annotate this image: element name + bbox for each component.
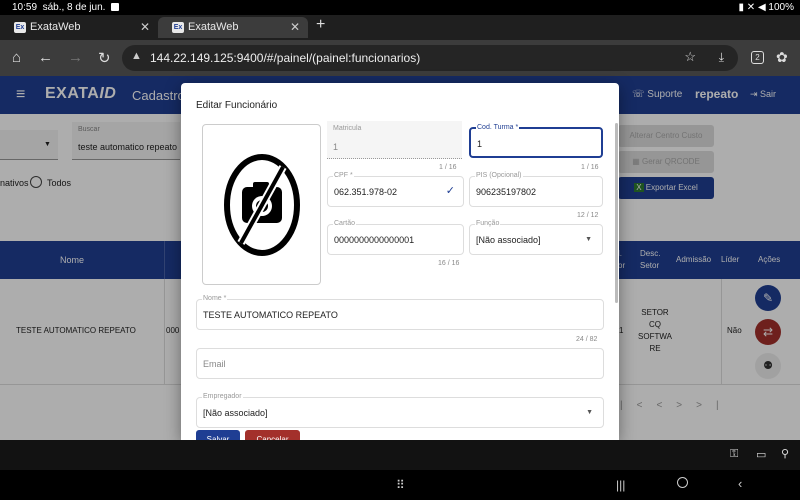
nome-value: TESTE AUTOMATICO REPEATO — [203, 310, 338, 320]
empregador-select[interactable]: Empregador [Não associado] ▼ — [196, 393, 604, 428]
tab-strip: Ex ExataWeb ✕ Ex ExataWeb ✕ + — [0, 15, 800, 40]
pis-field[interactable]: PIS (Opcional) 906235197802 — [469, 172, 603, 207]
matricula-hint: 1 / 16 — [439, 164, 457, 171]
card-icon[interactable]: ▭ — [756, 448, 766, 461]
browser-tab-active[interactable]: Ex ExataWeb ✕ — [158, 17, 308, 38]
status-bar: 10:59 sáb., 8 de jun. ▮ ✕ ◀ 100% — [0, 0, 800, 15]
cod-turma-label: Cod. Turma * — [476, 124, 520, 131]
cpf-value: 062.351.978-02 — [334, 187, 398, 197]
back-nav-icon[interactable]: ‹ — [738, 476, 742, 491]
favicon-icon: Ex — [172, 22, 184, 33]
nome-field[interactable]: Nome * TESTE AUTOMATICO REPEATO — [196, 295, 604, 330]
cartao-value: 0000000000000001 — [334, 235, 415, 245]
pis-label: PIS (Opcional) — [475, 172, 523, 179]
tab-title: ExataWeb — [30, 21, 81, 33]
url-text: 144.22.149.125:9400/#/painel/(painel:fun… — [150, 51, 421, 65]
close-tab-icon[interactable]: ✕ — [140, 20, 150, 34]
nome-hint: 24 / 82 — [576, 336, 598, 343]
funcao-value: [Não associado] — [476, 235, 541, 245]
address-bar[interactable]: ▲ 144.22.149.125:9400/#/painel/(painel:f… — [122, 45, 738, 71]
cpf-label: CPF * — [333, 172, 354, 179]
no-photo-icon — [224, 154, 300, 256]
empregador-value: [Não associado] — [203, 408, 268, 418]
new-tab-icon[interactable]: + — [316, 16, 325, 34]
menu-icon[interactable]: ✿ — [776, 49, 788, 66]
dropdown-arrow-icon: ▼ — [585, 236, 592, 243]
tab-switcher-icon[interactable]: 2 — [751, 51, 764, 64]
bookmark-star-icon[interactable]: ☆ — [684, 49, 696, 65]
close-tab-icon[interactable]: ✕ — [290, 20, 300, 34]
navigation-bar: ⠿ ||| ‹ — [0, 470, 800, 500]
matricula-label: Matricula — [333, 125, 362, 132]
key-icon[interactable]: ⚿ — [730, 448, 738, 461]
cod-turma-field[interactable]: Cod. Turma * 1 — [469, 124, 603, 158]
email-placeholder: Email — [203, 359, 226, 369]
funcao-label: Função — [475, 220, 501, 227]
check-icon: ✓ — [445, 185, 455, 197]
tab-title: ExataWeb — [188, 21, 239, 33]
pis-value: 906235197802 — [476, 187, 537, 197]
cod-turma-hint: 1 / 16 — [581, 164, 599, 171]
browser-toolbar: ⌂ ← → ↻ ▲ 144.22.149.125:9400/#/painel/(… — [0, 40, 800, 76]
favicon-icon: Ex — [14, 22, 26, 33]
empregador-label: Empregador — [202, 393, 243, 400]
browser-tab[interactable]: Ex ExataWeb ✕ — [0, 17, 158, 38]
pis-hint: 12 / 12 — [577, 212, 599, 219]
download-icon[interactable]: ⤓ — [719, 50, 724, 65]
status-time-date: 10:59 sáb., 8 de jun. — [12, 2, 119, 13]
matricula-field[interactable]: Matricula 1 — [327, 121, 462, 159]
home-button-icon[interactable] — [677, 477, 688, 488]
dropdown-arrow-icon: ▼ — [586, 409, 593, 416]
nome-label: Nome * — [202, 295, 228, 302]
matricula-value: 1 — [333, 142, 339, 152]
cartao-field[interactable]: Cartão 0000000000000001 — [327, 220, 464, 255]
status-right: ▮ ✕ ◀ 100% — [738, 2, 795, 13]
forward-icon[interactable]: → — [68, 49, 83, 66]
save-button[interactable]: Salvar — [196, 430, 240, 440]
dialog-scrollbar[interactable] — [615, 123, 618, 303]
funcao-select[interactable]: Função [Não associado] ▼ — [469, 220, 603, 255]
home-icon[interactable]: ⌂ — [12, 49, 21, 66]
not-secure-icon[interactable]: ▲ — [131, 50, 142, 62]
cancel-button[interactable]: Cancelar — [245, 430, 300, 440]
recents-icon[interactable]: ||| — [616, 478, 625, 492]
cartao-label: Cartão — [333, 220, 357, 227]
cod-turma-value: 1 — [477, 139, 483, 149]
cpf-field[interactable]: CPF * 062.351.978-02 ✓ — [327, 172, 464, 207]
reload-icon[interactable]: ↻ — [98, 49, 111, 67]
dialog-title: Editar Funcionário — [196, 100, 278, 111]
cartao-hint: 16 / 16 — [438, 260, 460, 267]
edit-employee-dialog: Editar Funcionário Matricula 1 1 / 16 Co… — [181, 83, 619, 440]
back-icon[interactable]: ← — [38, 49, 53, 66]
email-field[interactable]: Email — [196, 348, 604, 379]
battery-level: 100% — [768, 2, 794, 13]
apps-grid-icon[interactable]: ⠿ — [396, 478, 405, 492]
location-icon[interactable]: ⚲ — [781, 447, 789, 460]
photo-box[interactable] — [202, 124, 321, 285]
system-taskbar: ⚿ ▭ ⚲ — [0, 440, 800, 470]
